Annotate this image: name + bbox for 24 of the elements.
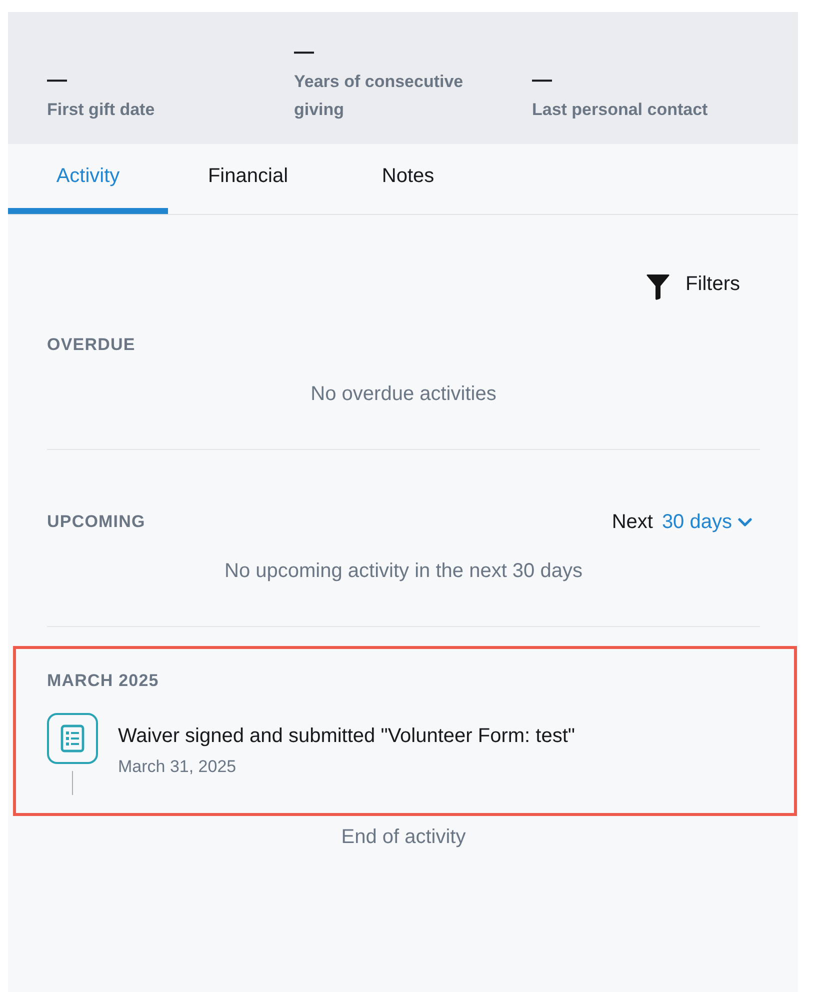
filters-button[interactable]: Filters: [646, 266, 760, 302]
section-heading: UPCOMING: [47, 511, 146, 533]
stat-value: —: [47, 68, 67, 92]
timeline-connector: [72, 771, 73, 795]
section-heading: OVERDUE: [47, 334, 136, 356]
stat-label: Years of consecutive giving: [294, 71, 464, 121]
stat-label: First gift date: [47, 99, 155, 121]
empty-message: No overdue activities: [310, 382, 496, 407]
tab[interactable]: Notes: [328, 144, 488, 214]
stat-value: —: [294, 40, 314, 64]
filter-icon: [646, 274, 670, 300]
range-label: Next: [612, 510, 653, 535]
end-message: End of activity: [341, 825, 466, 850]
activity-title: Waiver signed and submitted "Volunteer Form: test": [118, 724, 576, 749]
form-icon: [47, 713, 98, 764]
tab[interactable]: Financial: [168, 144, 328, 214]
chevron-down-icon: [738, 518, 752, 526]
empty-message: No upcoming activity in the next 30 days: [224, 559, 582, 584]
tab[interactable]: Activity: [8, 144, 168, 214]
month-heading: MARCH 2025: [47, 670, 159, 692]
stat-label: Last personal contact: [532, 99, 708, 121]
activity-date: March 31, 2025: [118, 756, 236, 778]
stat-value: —: [532, 68, 552, 92]
range-dropdown[interactable]: 30 days: [662, 508, 752, 536]
